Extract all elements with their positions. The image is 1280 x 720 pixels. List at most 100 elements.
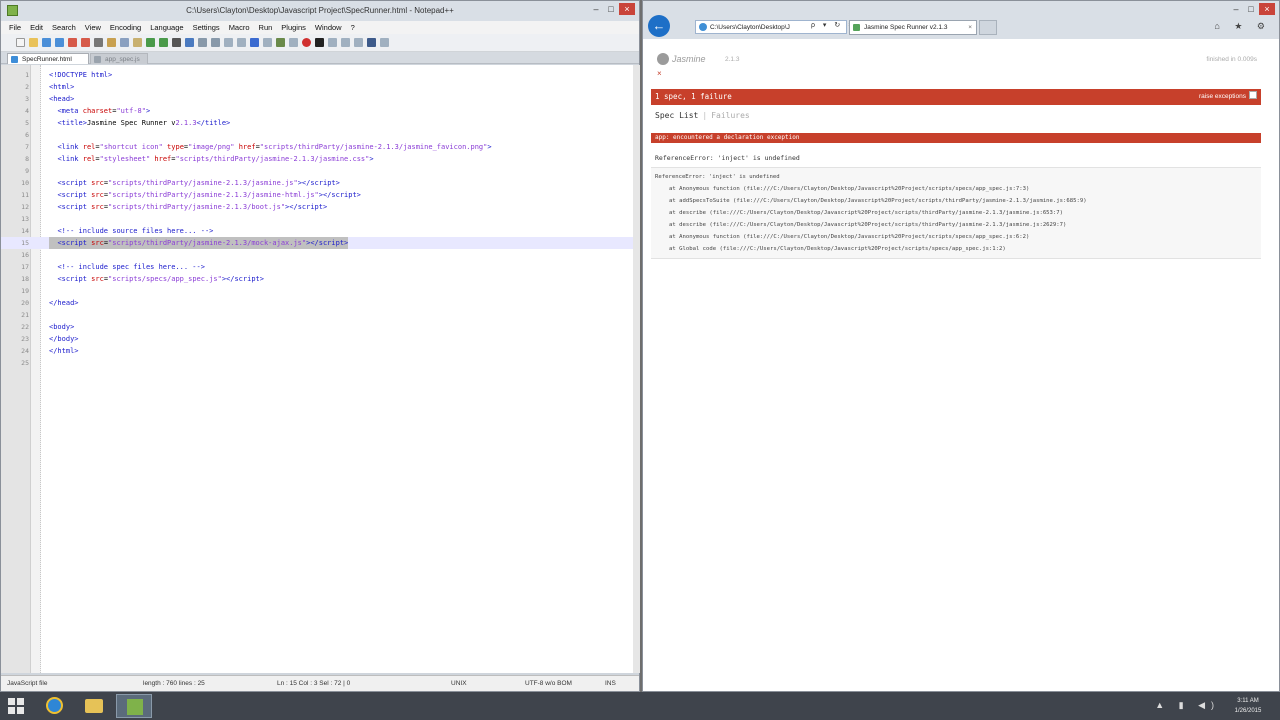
- windows-start-icon[interactable]: [8, 698, 24, 714]
- menu-language[interactable]: Language: [150, 23, 183, 32]
- code-line[interactable]: 10 <script src="scripts/thirdParty/jasmi…: [1, 177, 633, 189]
- taskbar-ie-icon[interactable]: [36, 694, 72, 718]
- taskbar-notepadpp-icon[interactable]: [116, 694, 152, 718]
- plugin-icon[interactable]: [380, 38, 389, 47]
- launch-browser-icon[interactable]: [367, 38, 376, 47]
- code-line[interactable]: 24 </html>: [1, 345, 633, 357]
- failed-spec-symbol[interactable]: ×: [657, 69, 662, 78]
- code-line[interactable]: 21: [1, 309, 633, 321]
- code-line[interactable]: 8 <link rel="stylesheet" href="scripts/t…: [1, 153, 633, 165]
- code-line[interactable]: 18 <script src="scripts/specs/app_spec.j…: [1, 273, 633, 285]
- run-macro-icon[interactable]: [341, 38, 350, 47]
- save-icon[interactable]: [42, 38, 51, 47]
- raise-exceptions-toggle[interactable]: raise exceptions: [1199, 89, 1257, 105]
- find-icon[interactable]: [172, 38, 181, 47]
- close-file-icon[interactable]: [68, 38, 77, 47]
- record-macro-icon[interactable]: [302, 38, 311, 47]
- code-line[interactable]: 14 <!-- include source files here... -->: [1, 225, 633, 237]
- code-line[interactable]: 16: [1, 249, 633, 261]
- code-line[interactable]: 5 <title>Jasmine Spec Runner v2.1.3</tit…: [1, 117, 633, 129]
- tab-specrunner-html[interactable]: SpecRunner.html: [7, 53, 89, 64]
- minimize-icon[interactable]: –: [1229, 3, 1243, 15]
- redo-icon[interactable]: [159, 38, 168, 47]
- sync-scroll-icon[interactable]: [224, 38, 233, 47]
- line-number: 21: [21, 311, 29, 319]
- system-tray-icons[interactable]: ▲ ▮ ◀): [1155, 700, 1220, 711]
- indent-guide-icon[interactable]: [263, 38, 272, 47]
- code-line[interactable]: 11 <script src="scripts/thirdParty/jasmi…: [1, 189, 633, 201]
- tab-jasmine-spec-runner[interactable]: Jasmine Spec Runner v2.1.3 ×: [849, 20, 977, 35]
- minimize-icon[interactable]: –: [589, 3, 603, 15]
- code-line[interactable]: 22 <body>: [1, 321, 633, 333]
- menu-plugins[interactable]: Plugins: [281, 23, 306, 32]
- code-editor[interactable]: 1 <!DOCTYPE html> 2 <html> 3 <head> 4 <meta ch…: [1, 65, 633, 673]
- maximize-icon[interactable]: □: [1244, 3, 1258, 15]
- back-arrow-icon[interactable]: ←: [648, 15, 670, 37]
- language-icon[interactable]: [276, 38, 285, 47]
- raise-exceptions-checkbox[interactable]: [1249, 91, 1257, 99]
- word-wrap-icon[interactable]: [237, 38, 246, 47]
- close-all-icon[interactable]: [81, 38, 90, 47]
- maximize-icon[interactable]: □: [604, 3, 618, 15]
- code-line[interactable]: 1 <!DOCTYPE html>: [1, 69, 633, 81]
- open-file-icon[interactable]: [29, 38, 38, 47]
- menu-settings[interactable]: Settings: [193, 23, 220, 32]
- code-line[interactable]: 15 <script src="scripts/thirdParty/jasmi…: [1, 237, 633, 249]
- npp-titlebar[interactable]: C:\Users\Clayton\Desktop\Javascript Proj…: [1, 1, 639, 21]
- taskbar-explorer-icon[interactable]: [76, 694, 112, 718]
- save-all-icon[interactable]: [55, 38, 64, 47]
- code-line[interactable]: 4 <meta charset="utf-8">: [1, 105, 633, 117]
- failure-title[interactable]: app: encountered a declaration exception: [651, 133, 1261, 143]
- zoom-out-icon[interactable]: [211, 38, 220, 47]
- tab-app-spec-js[interactable]: app_spec.js: [90, 53, 148, 64]
- code-line[interactable]: 3 <head>: [1, 93, 633, 105]
- doc-map-icon[interactable]: [289, 38, 298, 47]
- code-line[interactable]: 25: [1, 357, 633, 369]
- code-line[interactable]: 12 <script src="scripts/thirdParty/jasmi…: [1, 201, 633, 213]
- menu-search[interactable]: Search: [52, 23, 76, 32]
- zoom-in-icon[interactable]: [198, 38, 207, 47]
- code-line[interactable]: 7 <link rel="shortcut icon" type="image/…: [1, 141, 633, 153]
- play-macro-icon[interactable]: [328, 38, 337, 47]
- tab-close-icon[interactable]: ×: [968, 21, 972, 35]
- code-line[interactable]: 23 </body>: [1, 333, 633, 345]
- ie-toolbar-icons[interactable]: ⌂ ★ ⚙: [1214, 21, 1271, 32]
- failures-link[interactable]: Failures: [711, 111, 750, 120]
- paste-icon[interactable]: [133, 38, 142, 47]
- code-line[interactable]: 2 <html>: [1, 81, 633, 93]
- copy-icon[interactable]: [120, 38, 129, 47]
- stack-line: at addSpecsToSuite (file:///C:/Users/Cla…: [669, 198, 1087, 204]
- close-icon[interactable]: ×: [619, 3, 635, 15]
- code-line[interactable]: 19: [1, 285, 633, 297]
- print-icon[interactable]: [94, 38, 103, 47]
- menu-view[interactable]: View: [85, 23, 101, 32]
- save-macro-icon[interactable]: [354, 38, 363, 47]
- undo-icon[interactable]: [146, 38, 155, 47]
- code-line[interactable]: 9: [1, 165, 633, 177]
- replace-icon[interactable]: [185, 38, 194, 47]
- stop-macro-icon[interactable]: [315, 38, 324, 47]
- close-icon[interactable]: ×: [1259, 3, 1275, 15]
- menu-file[interactable]: File: [9, 23, 21, 32]
- line-number: 10: [21, 179, 29, 187]
- line-code: <head>: [49, 95, 75, 103]
- cut-icon[interactable]: [107, 38, 116, 47]
- new-tab-button[interactable]: [979, 20, 997, 35]
- jasmine-report-page: Jasmine 2.1.3 finished in 0.009s × 1 spe…: [643, 39, 1279, 691]
- code-line[interactable]: 17 <!-- include spec files here... -->: [1, 261, 633, 273]
- menu-help[interactable]: ?: [351, 23, 355, 32]
- menu-window[interactable]: Window: [315, 23, 342, 32]
- menu-edit[interactable]: Edit: [30, 23, 43, 32]
- new-file-icon[interactable]: [16, 38, 25, 47]
- vertical-scrollbar[interactable]: [633, 65, 640, 673]
- line-number: 7: [25, 143, 29, 151]
- menu-run[interactable]: Run: [259, 23, 273, 32]
- code-line[interactable]: 20 </head>: [1, 297, 633, 309]
- code-line[interactable]: 13: [1, 213, 633, 225]
- spec-list-link[interactable]: Spec List: [655, 111, 698, 120]
- menu-encoding[interactable]: Encoding: [110, 23, 141, 32]
- show-all-chars-icon[interactable]: [250, 38, 259, 47]
- taskbar-clock[interactable]: 3:11 AM 1/26/2015: [1226, 696, 1270, 716]
- code-line[interactable]: 6: [1, 129, 633, 141]
- menu-macro[interactable]: Macro: [229, 23, 250, 32]
